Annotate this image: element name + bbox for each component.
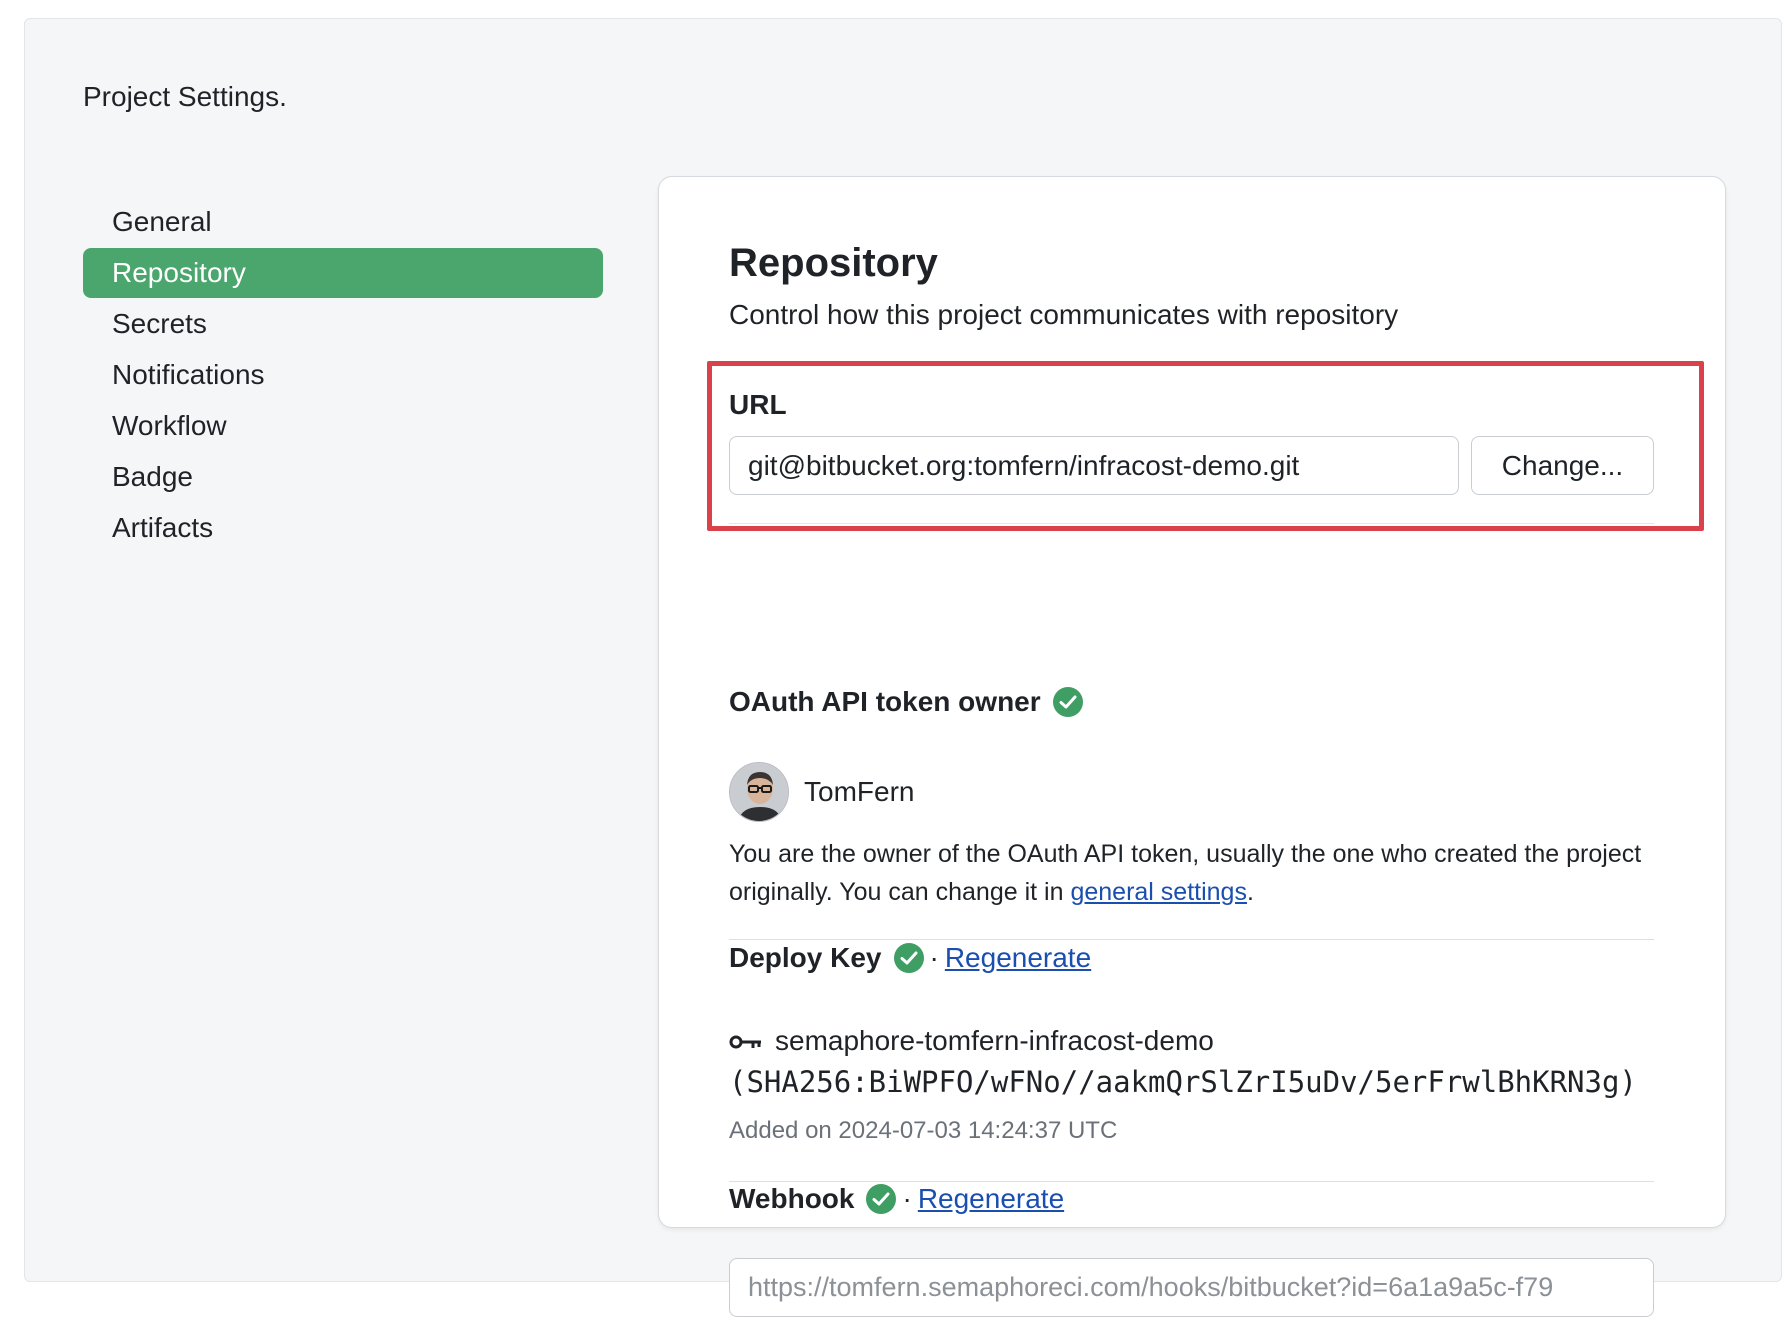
- regenerate-deploy-key-link[interactable]: Regenerate: [945, 942, 1091, 974]
- key-icon: [729, 1035, 761, 1049]
- check-circle-icon: [1052, 687, 1083, 717]
- card-title: Repository: [729, 241, 938, 285]
- deploy-key-heading: Deploy Key · Regenerate: [729, 942, 1091, 974]
- deploy-key-fingerprint: (SHA256:BiWPFO/wFNo//aakmQrSlZrI5uDv/5er…: [729, 1065, 1637, 1099]
- url-row: Change...: [729, 436, 1654, 495]
- webhook-heading: Webhook · Regenerate: [729, 1183, 1064, 1215]
- card-subtitle: Control how this project communicates wi…: [729, 299, 1399, 330]
- sidebar-item-general[interactable]: General: [83, 197, 603, 247]
- repository-card: Repository Control how this project comm…: [658, 176, 1726, 1317]
- section-divider: [729, 1181, 1654, 1182]
- check-circle-icon: [893, 943, 924, 973]
- section-divider: [729, 939, 1654, 940]
- webhook-label: Webhook: [729, 1183, 855, 1214]
- change-url-button[interactable]: Change...: [1471, 436, 1654, 495]
- webhook-url-input[interactable]: [729, 1258, 1654, 1317]
- sidebar-item-secrets[interactable]: Secrets: [83, 299, 603, 349]
- oauth-heading: OAuth API token owner: [729, 686, 1083, 718]
- url-label: URL: [729, 389, 787, 420]
- url-divider: [729, 523, 1654, 524]
- sidebar-item-repository[interactable]: Repository: [83, 248, 603, 298]
- general-settings-link[interactable]: general settings: [1070, 878, 1247, 906]
- sidebar-item-badge[interactable]: Badge: [83, 452, 603, 502]
- oauth-desc-end: .: [1246, 878, 1254, 906]
- deploy-key-added-on: Added on 2024-07-03 14:24:37 UTC: [729, 1117, 1118, 1144]
- regenerate-webhook-link[interactable]: Regenerate: [918, 1183, 1064, 1215]
- sidebar-item-artifacts[interactable]: Artifacts: [83, 503, 603, 553]
- repository-url-input[interactable]: [729, 436, 1459, 495]
- sidebar-item-notifications[interactable]: Notifications: [83, 350, 603, 400]
- oauth-owner: TomFern: [729, 762, 914, 822]
- settings-sidebar: General Repository Secrets Notifications…: [83, 197, 603, 554]
- deploy-key-name: semaphore-tomfern-infracost-demo: [775, 1025, 1214, 1056]
- page-title: Project Settings.: [83, 81, 287, 112]
- avatar: [729, 762, 789, 822]
- separator-dot: ·: [902, 1183, 912, 1214]
- separator-dot: ·: [929, 942, 939, 973]
- sidebar-item-workflow[interactable]: Workflow: [83, 401, 603, 451]
- settings-page: Project Settings. General Repository Sec…: [24, 18, 1782, 1317]
- oauth-description: You are the owner of the OAuth API token…: [729, 835, 1654, 911]
- owner-name: TomFern: [804, 776, 915, 807]
- deploy-key-row: semaphore-tomfern-infracost-demo: [729, 1025, 1214, 1057]
- check-circle-icon: [866, 1184, 897, 1214]
- oauth-label: OAuth API token owner: [729, 686, 1041, 717]
- deploy-key-label: Deploy Key: [729, 942, 882, 973]
